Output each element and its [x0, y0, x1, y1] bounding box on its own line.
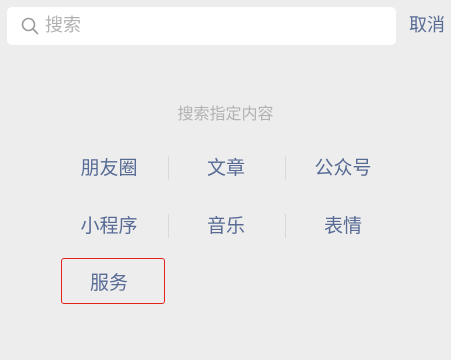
search-icon — [21, 17, 39, 35]
category-mini-programs[interactable]: 小程序 — [50, 208, 168, 244]
search-input[interactable]: 搜索 — [45, 7, 81, 45]
category-music[interactable]: 音乐 — [167, 208, 285, 244]
category-official-accounts[interactable]: 公众号 — [284, 150, 402, 186]
section-title: 搜索指定内容 — [177, 104, 274, 123]
cancel-button[interactable]: 取消 — [409, 7, 445, 45]
category-moments[interactable]: 朋友圈 — [50, 150, 168, 186]
category-services[interactable]: 服务 — [50, 265, 168, 301]
search-bar[interactable]: 搜索 — [7, 7, 396, 45]
category-stickers[interactable]: 表情 — [284, 208, 402, 244]
category-articles[interactable]: 文章 — [167, 150, 285, 186]
